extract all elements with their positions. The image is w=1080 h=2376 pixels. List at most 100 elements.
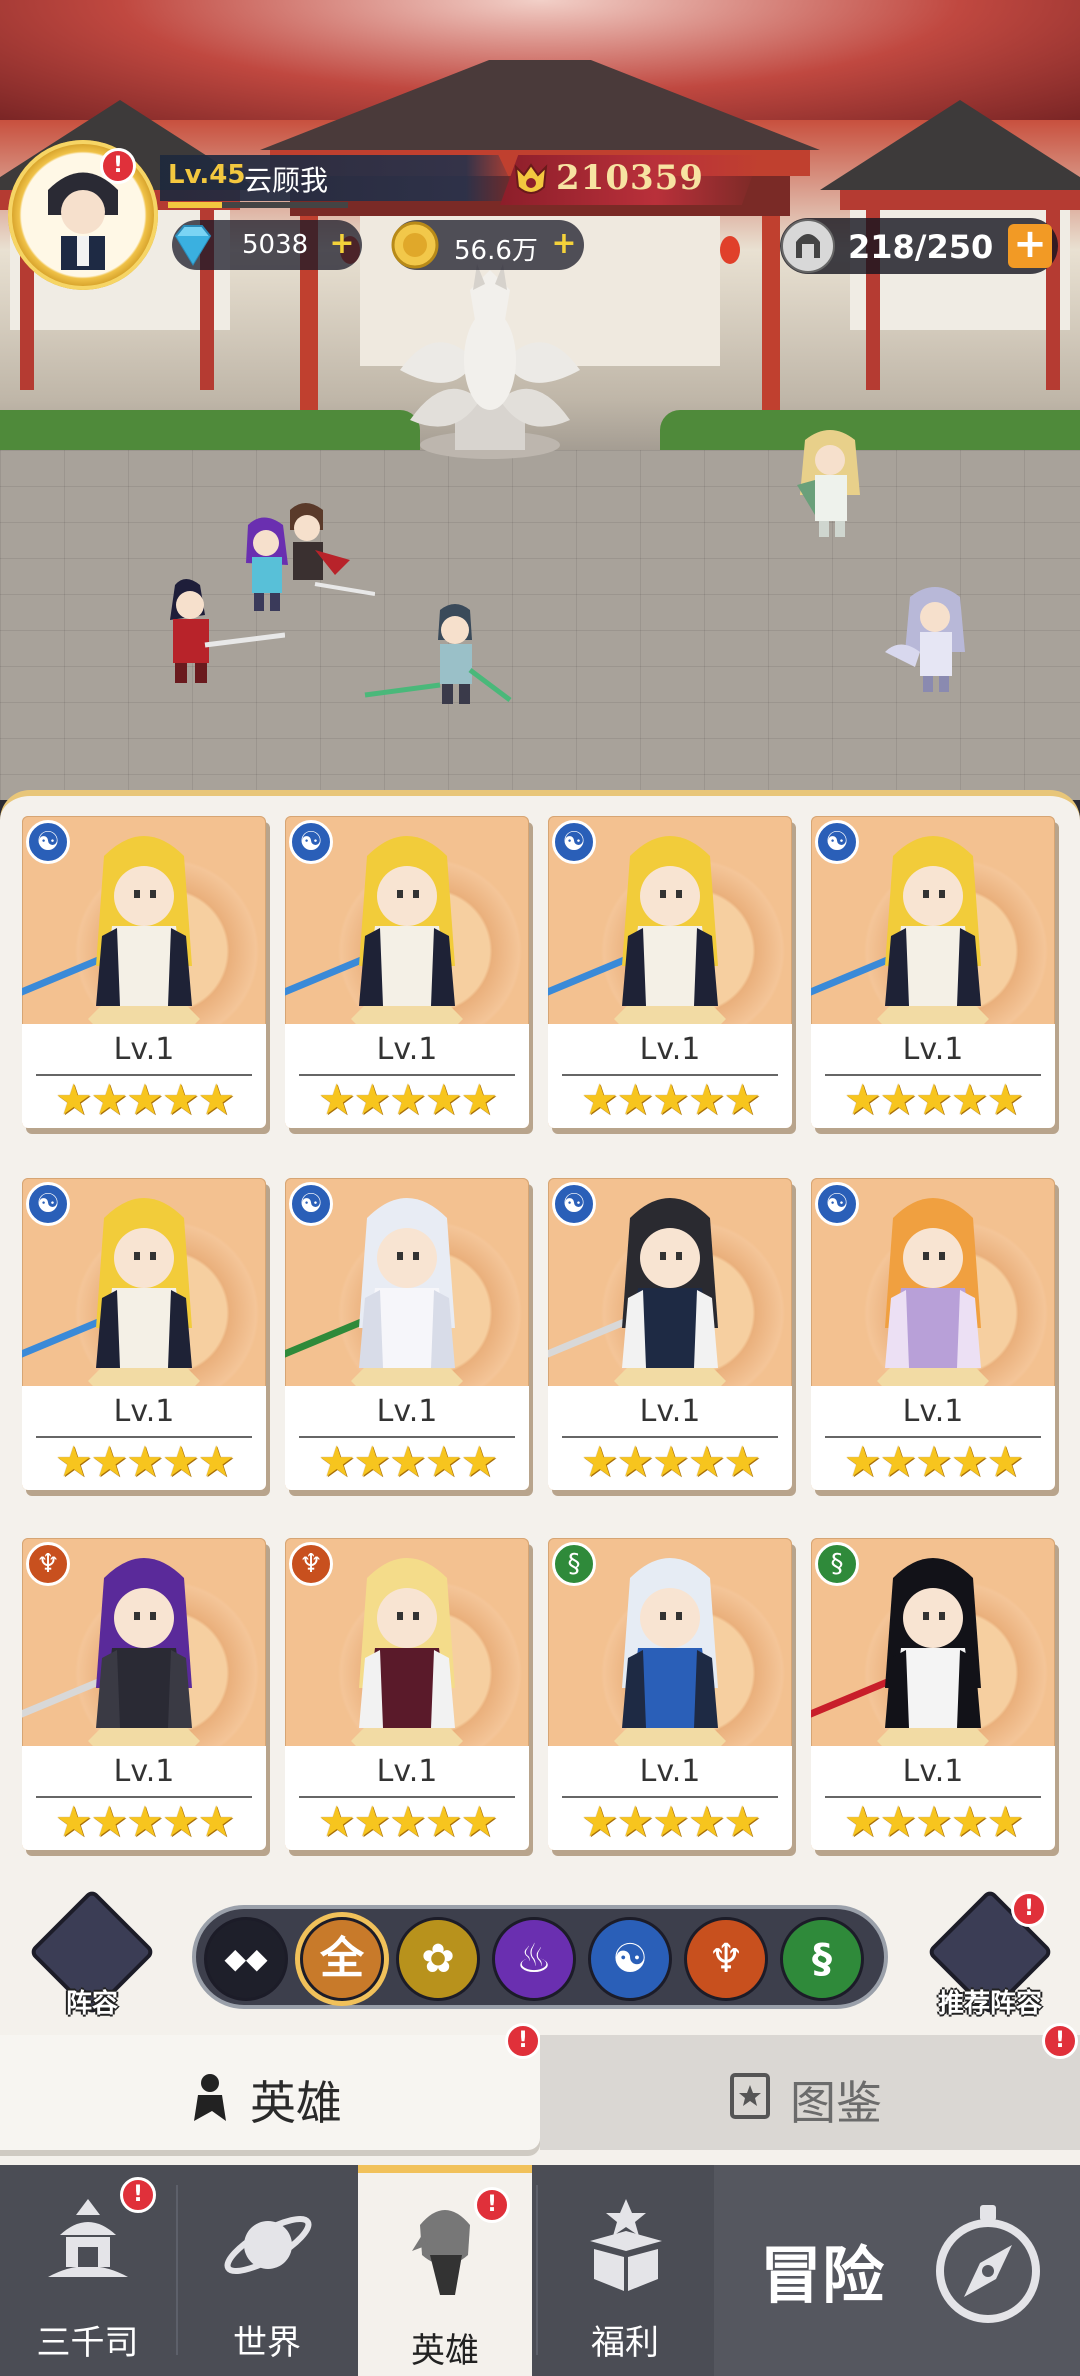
avatar-alert-icon: ! xyxy=(100,148,136,184)
nav-adventure-label: 冒险 xyxy=(760,2239,885,2312)
nav-welfare[interactable]: 福利 xyxy=(538,2165,712,2376)
hero-level: Lv.1 xyxy=(902,1032,964,1067)
faction-water-icon: ☯ xyxy=(26,820,70,864)
water-icon: ☯ xyxy=(612,1936,648,1982)
nav-sanqiansi-label: 三千司 xyxy=(36,2323,139,2363)
hero-card[interactable]: § Lv.1 ★★★★★ xyxy=(548,1538,792,1850)
gold-counter: 56.6万 + xyxy=(391,220,584,270)
hero-card[interactable]: ☯ Lv.1 ★★★★★ xyxy=(548,816,792,1128)
hero-level: Lv.1 xyxy=(113,1032,175,1067)
scene-grey-swordsman xyxy=(364,604,512,704)
hero-stars: ★★★★★ xyxy=(54,1797,235,1846)
hero-stars: ★★★★★ xyxy=(843,1075,1024,1124)
hero-stars: ★★★★★ xyxy=(54,1437,235,1486)
faction-meditate-icon: ♆ xyxy=(289,1542,333,1586)
hero-card[interactable]: ☯ Lv.1 ★★★★★ xyxy=(22,1178,266,1490)
hero-level: Lv.1 xyxy=(376,1394,438,1429)
hero-info: Lv.1 ★★★★★ xyxy=(285,1024,529,1128)
gem-add-button[interactable]: + xyxy=(328,229,356,259)
power-crest-icon xyxy=(514,163,548,194)
nav-world[interactable]: 世界 xyxy=(178,2165,356,2376)
hero-stars: ★★★★★ xyxy=(843,1797,1024,1846)
recommend-alert-icon: ! xyxy=(1011,1891,1047,1927)
hero-info: Lv.1 ★★★★★ xyxy=(811,1024,1055,1128)
hero-level: Lv.1 xyxy=(376,1754,438,1789)
recommend-lineup-button[interactable]: 推荐阵容 ! xyxy=(925,1888,1055,2025)
lineup-label: 阵容 xyxy=(65,1989,118,2019)
faction-water-icon: ☯ xyxy=(289,1182,333,1226)
hero-info: Lv.1 ★★★★★ xyxy=(22,1386,266,1490)
lineup-button[interactable]: 阵容 xyxy=(28,1888,156,2025)
nav-heroes[interactable]: ! 英雄 xyxy=(358,2165,532,2376)
gift-box-icon xyxy=(590,2199,662,2291)
faction-meditate-icon: ♆ xyxy=(26,1542,70,1586)
gold-value: 56.6万 xyxy=(454,236,538,266)
dna-filter-button[interactable]: § xyxy=(780,1917,864,2001)
flame-icon: ♨ xyxy=(516,1936,552,1982)
hero-info: Lv.1 ★★★★★ xyxy=(285,1746,529,1850)
hero-card[interactable]: ☯ Lv.1 ★★★★★ xyxy=(811,816,1055,1128)
hero-card[interactable]: ☯ Lv.1 ★★★★★ xyxy=(285,816,529,1128)
scene-blonde-mage xyxy=(797,430,860,537)
faction-dna-icon: § xyxy=(552,1542,596,1586)
faction-water-icon: ☯ xyxy=(815,820,859,864)
hero-level: Lv.1 xyxy=(113,1754,175,1789)
gem-icon xyxy=(174,225,212,266)
codex-tab-alert-icon: ! xyxy=(1042,2023,1078,2059)
battle-scene: ! Lv.45 云顾我 210359 5038 + 56.6万 + 218/25… xyxy=(0,0,1080,800)
stamina-add-button[interactable]: + xyxy=(1008,224,1052,268)
all-filter-label: 全 xyxy=(320,1933,364,1984)
hero-card[interactable]: ☯ Lv.1 ★★★★★ xyxy=(285,1178,529,1490)
hero-card[interactable]: ♆ Lv.1 ★★★★★ xyxy=(22,1538,266,1850)
all-filter-button[interactable]: 全 xyxy=(300,1917,384,2001)
hero-info: Lv.1 ★★★★★ xyxy=(22,1024,266,1128)
tab-codex[interactable]: 图鉴 ! xyxy=(540,2023,1080,2150)
diamond-icon: ◆◆ xyxy=(224,1942,268,1975)
dna-icon: § xyxy=(812,1936,832,1982)
tab-codex-label: 图鉴 xyxy=(790,2076,882,2130)
flame-filter-button[interactable]: ♨ xyxy=(492,1917,576,2001)
gold-add-button[interactable]: + xyxy=(550,229,578,259)
hero-card[interactable]: ☯ Lv.1 ★★★★★ xyxy=(548,1178,792,1490)
heroes-alert-icon: ! xyxy=(474,2187,510,2223)
bottom-navigation: ! 三千司 世界 ! 英雄 福利 冒险 xyxy=(0,2165,1080,2376)
hero-card[interactable]: ☯ Lv.1 ★★★★★ xyxy=(22,816,266,1128)
compass-icon xyxy=(936,2205,1040,2323)
hero-card[interactable]: § Lv.1 ★★★★★ xyxy=(811,1538,1055,1850)
nav-world-label: 世界 xyxy=(233,2323,301,2363)
fox-statue xyxy=(400,264,580,459)
diamond-filter-button[interactable]: ◆◆ xyxy=(204,1917,288,2001)
hero-level: Lv.1 xyxy=(639,1754,701,1789)
hero-info: Lv.1 ★★★★★ xyxy=(548,1386,792,1490)
sanqiansi-alert-icon: ! xyxy=(120,2177,156,2213)
stamina-helmet-icon xyxy=(781,219,835,273)
scene-brown-swordsman xyxy=(290,503,375,596)
xp-bar xyxy=(168,202,348,208)
hero-info: Lv.1 ★★★★★ xyxy=(548,1024,792,1128)
player-name: 云顾我 xyxy=(244,164,329,197)
meditate-filter-button[interactable]: ♆ xyxy=(684,1917,768,2001)
faction-water-icon: ☯ xyxy=(552,1182,596,1226)
codex-book-icon xyxy=(730,2073,770,2119)
combat-power-value: 210359 xyxy=(556,158,704,198)
gem-value: 5038 xyxy=(242,230,309,260)
hero-card[interactable]: ☯ Lv.1 ★★★★★ xyxy=(811,1178,1055,1490)
hero-level: Lv.1 xyxy=(639,1394,701,1429)
hero-info: Lv.1 ★★★★★ xyxy=(811,1746,1055,1850)
hero-info: Lv.1 ★★★★★ xyxy=(285,1386,529,1490)
lotus-filter-button[interactable]: ✿ xyxy=(396,1917,480,2001)
nav-adventure[interactable]: 冒险 xyxy=(714,2165,1080,2376)
tab-heroes[interactable]: 英雄 ! xyxy=(0,2023,541,2150)
temple-tower-icon xyxy=(48,2199,128,2277)
nav-heroes-label: 英雄 xyxy=(411,2331,479,2371)
water-filter-button[interactable]: ☯ xyxy=(588,1917,672,2001)
lotus-icon: ✿ xyxy=(421,1936,455,1982)
hero-stars: ★★★★★ xyxy=(317,1075,498,1124)
hero-card[interactable]: ♆ Lv.1 ★★★★★ xyxy=(285,1538,529,1850)
faction-filter-bar: ◆◆ 全 ✿ ♨ ☯ ♆ § xyxy=(192,1905,888,2009)
nav-sanqiansi[interactable]: ! 三千司 xyxy=(0,2165,175,2376)
scene-silver-foxgirl xyxy=(885,587,965,692)
player-level: Lv.45 xyxy=(168,160,246,190)
hero-info: Lv.1 ★★★★★ xyxy=(22,1746,266,1850)
faction-water-icon: ☯ xyxy=(815,1182,859,1226)
